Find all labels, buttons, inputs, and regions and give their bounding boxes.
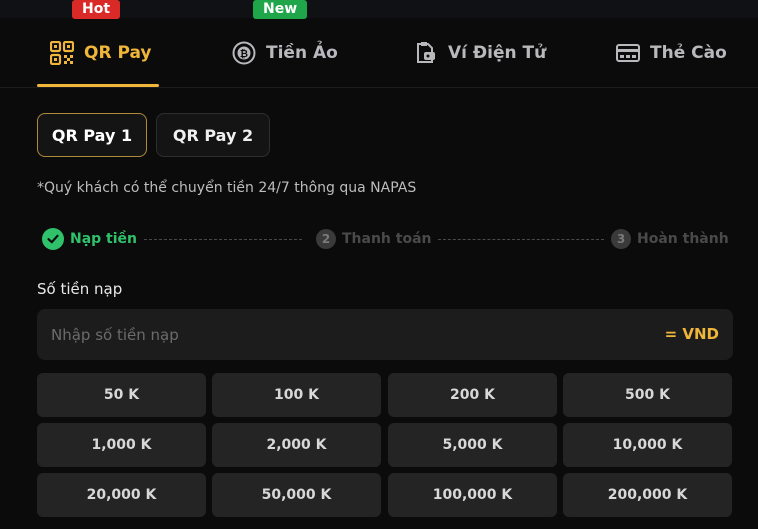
step-number: 3 [611,229,631,249]
preset-100000k[interactable]: 100,000 K [388,473,557,517]
tab-vi-dien-tu[interactable]: Ví Điện Tử [414,18,546,88]
step-hoan-thanh: 3 Hoàn thành [611,229,729,249]
preset-50k[interactable]: 50 K [37,373,206,417]
step-connector [438,239,604,240]
card-icon [616,44,640,62]
qr-pay-2-button[interactable]: QR Pay 2 [156,113,270,157]
bitcoin-icon: ₿ [232,41,256,65]
qr-code-icon [50,41,74,65]
tab-label: QR Pay [84,43,152,63]
preset-200000k[interactable]: 200,000 K [563,473,732,517]
step-label: Nạp tiền [70,231,138,247]
preset-10000k[interactable]: 10,000 K [563,423,732,467]
svg-text:₿: ₿ [240,48,248,60]
progress-steps: Nạp tiền 2 Thanh toán 3 Hoàn thành [40,226,730,254]
preset-5000k[interactable]: 5,000 K [388,423,557,467]
check-icon [42,228,64,250]
active-tab-underline [37,84,159,87]
step-number: 2 [316,229,336,249]
preset-2000k[interactable]: 2,000 K [212,423,381,467]
tab-label: Thẻ Cào [650,43,727,63]
step-connector [144,239,302,240]
preset-50000k[interactable]: 50,000 K [212,473,381,517]
tab-tien-ao[interactable]: ₿ Tiền Ảo [232,18,338,88]
wallet-icon [417,42,435,63]
tab-label: Tiền Ảo [266,43,338,63]
step-label: Thanh toán [342,231,432,247]
amount-field: = VND [37,309,733,360]
tab-qr-pay[interactable]: QR Pay [50,18,152,88]
new-badge: New [253,0,308,19]
preset-100k[interactable]: 100 K [212,373,381,417]
preset-20000k[interactable]: 20,000 K [37,473,206,517]
hot-badge: Hot [72,0,121,19]
amount-input[interactable] [37,309,637,360]
step-thanh-toan: 2 Thanh toán [316,229,432,249]
qr-pay-1-button[interactable]: QR Pay 1 [37,113,147,157]
tab-the-cao[interactable]: Thẻ Cào [616,18,727,88]
preset-500k[interactable]: 500 K [563,373,732,417]
step-label: Hoàn thành [637,231,729,247]
currency-unit: = VND [664,325,719,343]
preset-1000k[interactable]: 1,000 K [37,423,206,467]
payment-tabs: QR Pay ₿ Tiền Ảo Ví Điện Tử Thẻ Cào [0,18,758,88]
preset-200k[interactable]: 200 K [388,373,557,417]
amount-label: Số tiền nạp [37,280,123,298]
step-nap-tien: Nạp tiền [42,228,137,250]
napas-note: *Quý khách có thể chuyển tiền 24/7 thông… [37,180,417,196]
tab-label: Ví Điện Tử [448,43,547,63]
